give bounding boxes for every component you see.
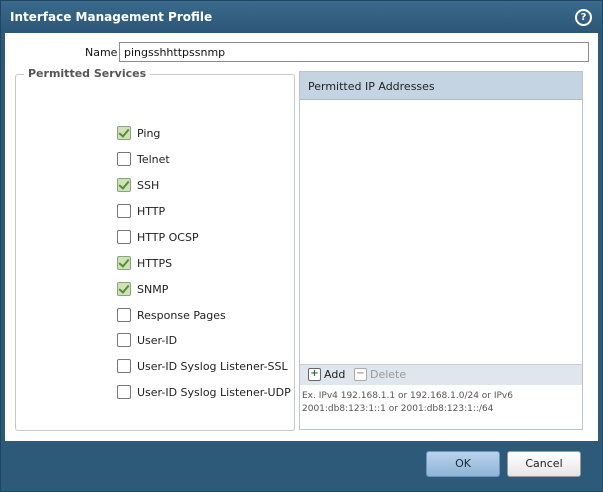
response-pages-checkbox[interactable] — [117, 308, 131, 322]
service-label: User-ID Syslog Listener-UDP — [137, 386, 291, 399]
ok-button[interactable]: OK — [426, 451, 500, 477]
delete-label: Delete — [370, 368, 407, 381]
dialog-content: Name Permitted Services Ping Telnet SSH … — [5, 33, 598, 441]
permitted-ip-header[interactable]: Permitted IP Addresses — [300, 72, 582, 100]
help-icon[interactable]: ? — [575, 9, 592, 26]
user-id-syslog-ssl-checkbox[interactable] — [117, 359, 131, 373]
dialog-title: Interface Management Profile — [10, 10, 213, 24]
plus-icon: + — [308, 368, 321, 381]
service-label: SSH — [137, 179, 160, 192]
cancel-button[interactable]: Cancel — [507, 451, 581, 477]
service-label: User-ID — [137, 334, 178, 347]
snmp-checkbox[interactable] — [117, 282, 131, 296]
permitted-ip-addresses-panel: Permitted IP Addresses + Add − Delete Ex… — [299, 71, 583, 430]
name-field[interactable] — [119, 42, 589, 62]
service-label: Ping — [137, 127, 161, 140]
permitted-services-legend: Permitted Services — [24, 67, 151, 80]
service-label: HTTP — [137, 205, 166, 218]
service-label: HTTPS — [137, 257, 173, 270]
user-id-checkbox[interactable] — [117, 333, 131, 347]
service-label: SNMP — [137, 283, 169, 296]
service-label: Telnet — [137, 153, 170, 166]
telnet-checkbox[interactable] — [117, 152, 131, 166]
interface-management-profile-dialog: Interface Management Profile ? Name Perm… — [0, 0, 603, 492]
ip-format-hint: Ex. IPv4 192.168.1.1 or 192.168.1.0/24 o… — [302, 391, 513, 414]
https-checkbox[interactable] — [117, 256, 131, 270]
permitted-services-group: Permitted Services Ping Telnet SSH HTTP … — [15, 67, 295, 431]
ping-checkbox[interactable] — [117, 126, 131, 140]
http-ocsp-checkbox[interactable] — [117, 230, 131, 244]
name-label: Name — [85, 46, 118, 59]
dialog-titlebar[interactable]: Interface Management Profile ? — [1, 1, 602, 33]
service-label: HTTP OCSP — [137, 231, 199, 244]
ssh-checkbox[interactable] — [117, 178, 131, 192]
service-label: Response Pages — [137, 309, 226, 322]
add-label: Add — [324, 368, 346, 381]
user-id-syslog-udp-checkbox[interactable] — [117, 385, 131, 399]
dialog-footer: OK Cancel — [1, 441, 602, 491]
ip-toolbar: + Add − Delete — [300, 364, 582, 385]
service-label: User-ID Syslog Listener-SSL — [137, 360, 288, 373]
minus-icon: − — [354, 368, 367, 381]
permitted-ip-header-label: Permitted IP Addresses — [308, 80, 435, 93]
http-checkbox[interactable] — [117, 204, 131, 218]
